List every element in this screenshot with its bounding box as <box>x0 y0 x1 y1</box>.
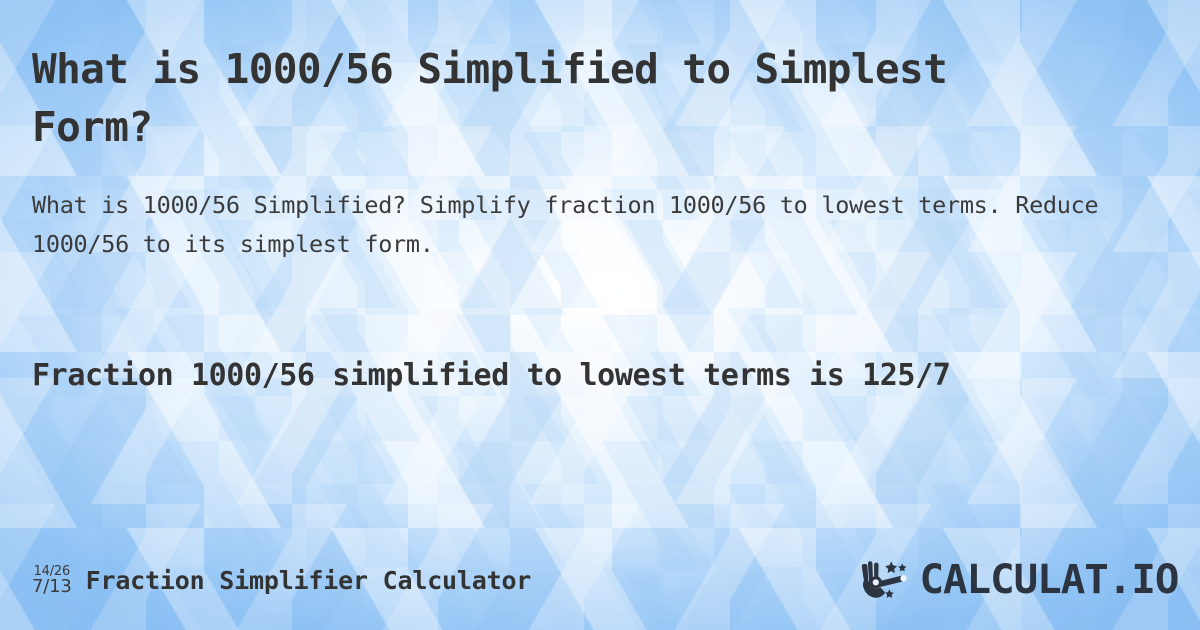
page-description: What is 1000/56 Simplified? Simplify fra… <box>32 191 1099 259</box>
footer-tool-name: Fraction Simplifier Calculator <box>85 565 532 595</box>
brand-name: CALCULAT.IO <box>919 557 1180 603</box>
result-heading: Fraction 1000/56 simplified to lowest te… <box>32 358 951 393</box>
brand-logo[interactable]: CALCULAT.IO <box>858 556 1180 604</box>
footer-branding-left: 14/26 7/13 Fraction Simplifier Calculato… <box>32 563 531 598</box>
magic-wand-hand-icon <box>858 556 916 604</box>
footer: 14/26 7/13 Fraction Simplifier Calculato… <box>0 552 1200 608</box>
page-title: What is 1000/56 Simplified to Simplest F… <box>32 45 948 152</box>
page-content: What is 1000/56 Simplified to Simplest F… <box>0 0 1200 630</box>
fraction-simplify-icon: 14/26 7/13 <box>32 563 72 598</box>
fraction-simplify-icon-bottom: 7/13 <box>32 576 72 598</box>
